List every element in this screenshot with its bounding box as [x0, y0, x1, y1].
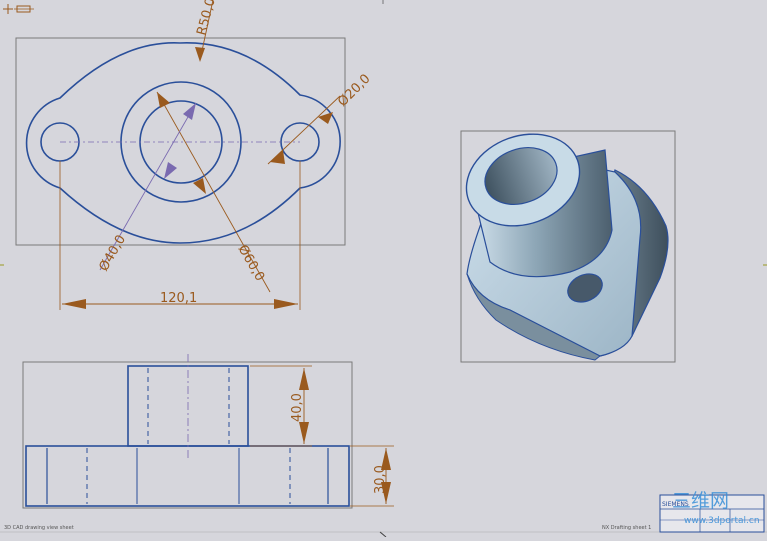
- footer-left-note: 3D CAD drawing view sheet: [4, 525, 74, 531]
- dim-h40[interactable]: 40,0: [290, 393, 305, 422]
- dim-dia20[interactable]: Ø20,0: [335, 72, 373, 110]
- title-url: www.3dportal.cn: [684, 516, 760, 526]
- title-watermark: 三维网: [672, 490, 729, 512]
- drawing-sheet: R50,0 Ø20,0 Ø60,0 Ø40,0 120,1 40,0 30,0 …: [0, 0, 767, 538]
- footer-right-note: NX Drafting sheet 1: [602, 525, 651, 531]
- top-view-frame: [15, 37, 346, 246]
- isometric-view[interactable]: [453, 119, 676, 363]
- title-block[interactable]: SIEMENS 三维网 www.3dportal.cn: [659, 490, 765, 533]
- dim-dia40[interactable]: Ø40,0: [96, 233, 129, 274]
- front-view[interactable]: 40,0 30,0: [22, 354, 394, 509]
- flange-outline: [25, 42, 341, 244]
- dim-len120[interactable]: 120,1: [160, 291, 197, 306]
- top-view[interactable]: R50,0 Ø20,0 Ø60,0 Ø40,0 120,1: [15, 0, 374, 310]
- view-orientation-icon[interactable]: [3, 4, 34, 14]
- dim-r50[interactable]: R50,0: [194, 0, 218, 37]
- dim-h30[interactable]: 30,0: [373, 465, 388, 494]
- dim-dia60[interactable]: Ø60,0: [235, 243, 268, 284]
